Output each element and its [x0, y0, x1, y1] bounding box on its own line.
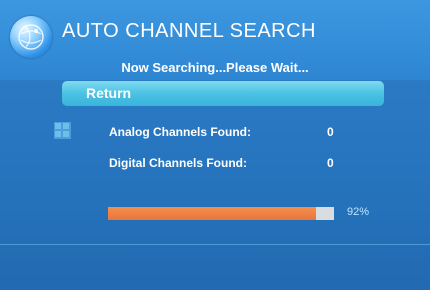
progress-fill: [108, 207, 316, 220]
analog-channels-count: 0: [327, 125, 334, 139]
globe-icon: [10, 16, 52, 58]
footer-divider: [0, 244, 430, 245]
digital-channels-label: Digital Channels Found:: [109, 156, 247, 170]
analog-channels-label: Analog Channels Found:: [109, 125, 251, 139]
status-message: Now Searching...Please Wait...: [121, 60, 309, 75]
digital-channels-count: 0: [327, 156, 334, 170]
progress-bar: [108, 207, 334, 220]
page-title: AUTO CHANNEL SEARCH: [62, 20, 316, 42]
channel-grid-icon: [54, 122, 71, 139]
return-button[interactable]: Return: [62, 81, 384, 106]
progress-percent: 92%: [347, 206, 370, 218]
return-button-label: Return: [86, 85, 132, 101]
channel-search-screen: AUTO CHANNEL SEARCH Now Searching...Plea…: [0, 0, 430, 290]
